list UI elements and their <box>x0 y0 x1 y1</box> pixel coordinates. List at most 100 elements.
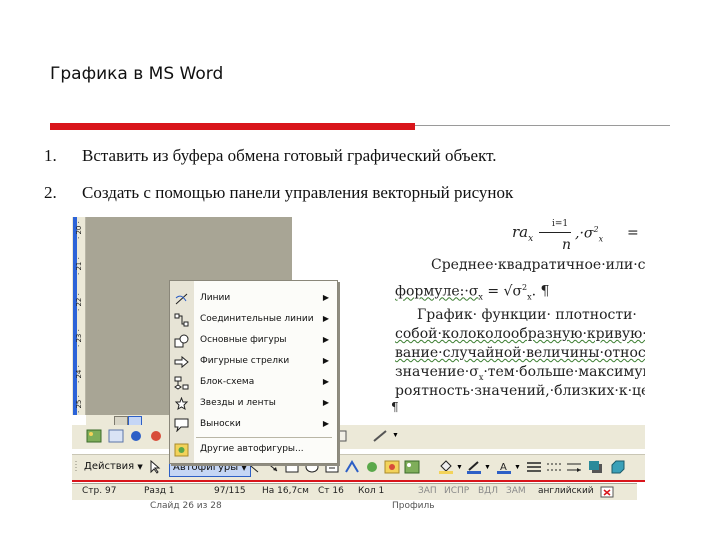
submenu-arrow-icon: ▶ <box>322 419 329 428</box>
menu-item-connectors[interactable]: Соединительные линии ▶ <box>170 310 337 330</box>
formula-n: n <box>562 237 572 253</box>
stars-banners-icon <box>174 397 189 411</box>
menu-item-label: Линии <box>200 293 231 303</box>
status-ovr[interactable]: ЗАМ <box>506 486 526 496</box>
status-language: английский <box>538 486 594 496</box>
arrow-style-icon[interactable] <box>566 460 582 474</box>
status-section: Разд 1 <box>144 486 175 496</box>
status-ext[interactable]: ВДЛ <box>478 486 498 496</box>
more-autoshapes-icon <box>174 443 189 457</box>
3d-style-icon[interactable] <box>610 460 626 474</box>
color-icon[interactable] <box>108 429 124 443</box>
status-pages: 97/115 <box>214 486 246 496</box>
less-contrast-icon[interactable] <box>148 429 164 443</box>
bullet-number: 1. <box>44 146 57 165</box>
menu-item-stars-banners[interactable]: Звезды и ленты ▶ <box>170 394 337 414</box>
basic-shapes-icon <box>174 334 189 348</box>
toolbar-grip-icon <box>75 461 77 473</box>
ruler-margin-indicator <box>73 217 77 415</box>
ruler-label: · 24 · <box>75 365 83 383</box>
fill-color-icon[interactable] <box>438 460 454 474</box>
autoshapes-menu: Линии ▶ Соединительные линии ▶ Основные … <box>169 280 338 464</box>
insert-picture-icon[interactable] <box>86 429 102 443</box>
slide-counter: Слайд 26 из 28 <box>150 501 222 511</box>
submenu-arrow-icon: ▶ <box>322 293 329 302</box>
flowchart-icon <box>174 376 189 390</box>
vertical-ruler[interactable]: · 20 · · 21 · · 22 · · 23 · · 24 · · 25 … <box>72 217 86 415</box>
dropdown-arrow[interactable]: ▼ <box>392 432 399 439</box>
more-contrast-icon[interactable] <box>128 429 144 443</box>
select-objects-icon[interactable] <box>147 460 163 474</box>
spelling-status-icon[interactable] <box>600 486 614 498</box>
menu-separator <box>196 437 332 438</box>
submenu-arrow-icon: ▶ <box>322 377 329 386</box>
dropdown-arrow[interactable]: ▼ <box>456 464 463 471</box>
drawing-toolbar: Действия ▼ Автофигуры ▼ ▼ ▼ A ▼ <box>72 454 645 481</box>
ruler-label: · 22 · <box>75 293 83 311</box>
submenu-arrow-icon: ▶ <box>322 356 329 365</box>
submenu-arrow-icon: ▶ <box>322 335 329 344</box>
insert-picture-icon[interactable] <box>404 460 420 474</box>
menu-item-flowchart[interactable]: Блок-схема ▶ <box>170 373 337 393</box>
formula-sigma: ,·σ2x <box>575 225 604 244</box>
wordart-icon[interactable] <box>344 460 360 474</box>
menu-item-lines[interactable]: Линии ▶ <box>170 289 337 309</box>
status-line: Ст 16 <box>318 486 344 496</box>
actions-menu-button[interactable]: Действия ▼ <box>84 459 143 475</box>
menu-item-callouts[interactable]: Выноски ▶ <box>170 415 337 435</box>
doc-line: собой·колоколообразную·кривую· <box>395 326 645 342</box>
submenu-arrow-icon: ▶ <box>322 314 329 323</box>
menu-item-label: Блок-схема <box>200 377 255 387</box>
diagram-icon[interactable] <box>364 460 380 474</box>
connectors-icon <box>174 313 189 327</box>
menu-item-label: Звезды и ленты <box>200 398 276 408</box>
block-arrows-icon <box>174 355 189 369</box>
bullet-number: 2. <box>44 183 57 202</box>
doc-line: График· функции· плотности· <box>417 307 637 323</box>
shadow-style-icon[interactable] <box>588 460 604 474</box>
design-template-name: Профиль <box>392 501 435 511</box>
menu-item-block-arrows[interactable]: Фигурные стрелки ▶ <box>170 352 337 372</box>
clip-art-icon[interactable] <box>384 460 400 474</box>
dropdown-arrow[interactable]: ▼ <box>514 464 521 471</box>
submenu-arrow-icon: ▶ <box>322 398 329 407</box>
status-at: На 16,7см <box>262 486 309 496</box>
doc-line: вание·случайной·величины·относи <box>395 345 645 361</box>
ruler-label: · 21 · <box>75 257 83 275</box>
title-accent-bar <box>50 123 415 130</box>
formula-equals: = <box>627 225 639 241</box>
menu-item-more-autoshapes[interactable]: Другие автофигуры... <box>170 440 337 460</box>
ruler-label: · 25 · <box>75 395 83 413</box>
document-page[interactable]: rax i=1 n ,·σ2x = Среднее·квадратичное·и… <box>377 217 645 415</box>
callouts-icon <box>174 418 189 432</box>
doc-line-formula: формуле:·σx = √σ2x. ¶ <box>395 283 550 302</box>
bullet-text: Создать с помощью панели управления вект… <box>82 183 514 202</box>
dash-style-icon[interactable] <box>546 460 562 474</box>
formula-fraction-bar <box>539 232 571 233</box>
menu-item-label: Другие автофигуры... <box>200 444 304 454</box>
menu-item-basic-shapes[interactable]: Основные фигуры ▶ <box>170 331 337 351</box>
status-bar: Стр. 97 Разд 1 97/115 На 16,7см Ст 16 Ко… <box>72 483 637 500</box>
doc-line: Среднее·квадратичное·или·ст <box>431 257 645 273</box>
status-rec[interactable]: ЗАП <box>418 486 437 496</box>
menu-item-label: Выноски <box>200 419 241 429</box>
menu-item-label: Фигурные стрелки <box>200 356 290 366</box>
formula-ra: rax <box>512 223 534 244</box>
presentation-status-bar: Слайд 26 из 28 Профиль <box>72 501 645 514</box>
slide-title: Графика в MS Word <box>50 64 224 84</box>
dropdown-arrow[interactable]: ▼ <box>484 464 491 471</box>
set-transparent-icon[interactable] <box>372 429 388 443</box>
menu-item-label: Соединительные линии <box>200 314 314 324</box>
slide-accent-line <box>72 480 645 482</box>
formula-sum-index: i=1 <box>552 219 569 229</box>
menu-item-label: Основные фигуры <box>200 335 287 345</box>
status-trk[interactable]: ИСПР <box>444 486 469 496</box>
ruler-label: · 23 · <box>75 329 83 347</box>
line-color-icon[interactable] <box>466 460 482 474</box>
font-color-icon[interactable]: A <box>496 460 512 474</box>
lines-icon <box>175 293 188 305</box>
doc-line-sigma: значение·σx·тем·больше·максимум <box>395 364 645 382</box>
pilcrow-mark: ¶ <box>391 400 399 414</box>
line-style-icon[interactable] <box>526 460 542 474</box>
ruler-label: · 20 · <box>75 221 83 239</box>
